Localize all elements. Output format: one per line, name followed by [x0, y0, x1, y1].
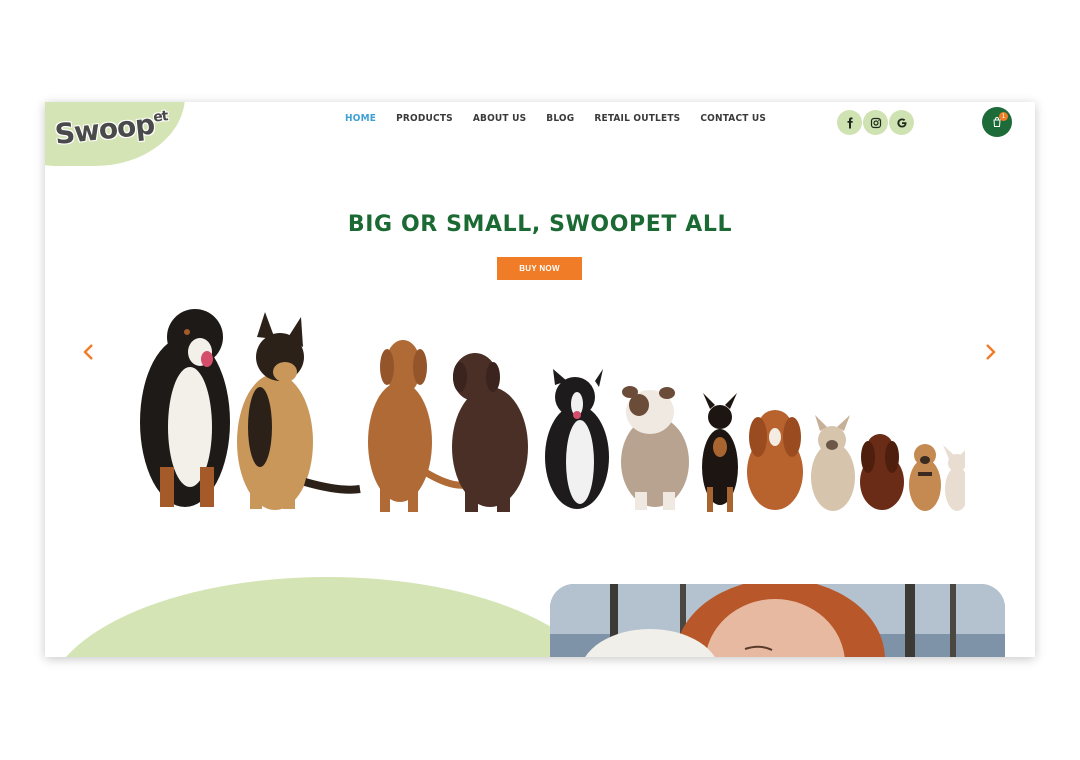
google-button[interactable] — [889, 110, 914, 135]
cart-count-badge: 1 — [999, 112, 1008, 121]
dog-dachshund — [860, 434, 904, 510]
main-nav: HOME PRODUCTS ABOUT US BLOG RETAIL OUTLE… — [345, 113, 786, 124]
dog-lineup-image — [140, 309, 965, 512]
chevron-right-icon[interactable] — [982, 342, 998, 362]
dog-shepherd — [237, 312, 361, 510]
logo-suffix: et — [152, 108, 169, 126]
browser-frame: Swoopet HOME PRODUCTS ABOUT US BLOG RETA… — [45, 102, 1035, 657]
dog-vizsla — [368, 340, 466, 512]
dog-bernese — [140, 309, 230, 507]
social-links — [837, 110, 914, 135]
cart-button[interactable]: 1 — [982, 107, 1012, 137]
dog-chihuahua — [943, 445, 965, 511]
facebook-button[interactable] — [837, 110, 862, 135]
dog-miniature-pinscher — [702, 393, 738, 512]
dog-cavalier — [747, 410, 803, 510]
dog-french-bulldog — [811, 415, 855, 511]
hero-title: BIG OR SMALL, SWOOPET ALL — [347, 212, 733, 237]
nav-about-us[interactable]: ABOUT US — [473, 113, 526, 124]
nav-blog[interactable]: BLOG — [546, 113, 574, 124]
woman-with-dog-photo — [550, 584, 1005, 657]
photo-illustration — [550, 584, 1005, 657]
decorative-green-shape — [45, 577, 610, 657]
nav-contact-us[interactable]: CONTACT US — [700, 113, 766, 124]
google-icon — [896, 118, 906, 127]
dog-labrador — [452, 353, 528, 512]
nav-retail-outlets[interactable]: RETAIL OUTLETS — [594, 113, 680, 124]
facebook-icon — [847, 117, 853, 128]
instagram-button[interactable] — [863, 110, 888, 135]
dog-border-collie — [545, 369, 609, 509]
dog-puggle — [909, 444, 941, 511]
buy-now-button[interactable]: BUY NOW — [497, 257, 582, 280]
nav-products[interactable]: PRODUCTS — [396, 113, 453, 124]
chevron-left-icon[interactable] — [81, 342, 97, 362]
dog-bulldog — [621, 386, 689, 510]
nav-home[interactable]: HOME — [345, 113, 376, 124]
instagram-icon — [870, 117, 881, 128]
